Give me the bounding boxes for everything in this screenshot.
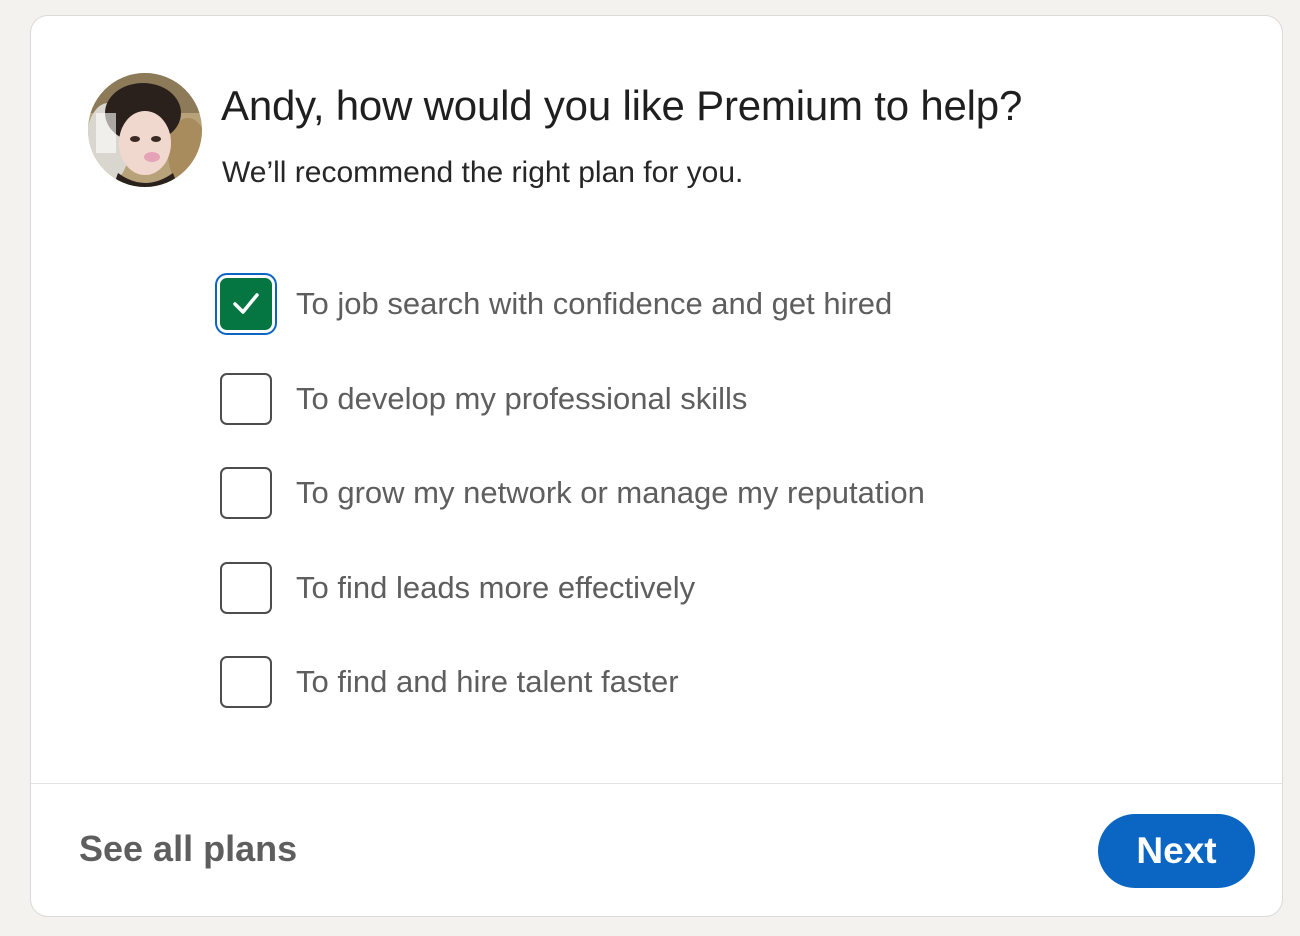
page-title: Andy, how would you like Premium to help… — [221, 82, 1023, 129]
checkbox-job-search[interactable] — [220, 278, 272, 330]
option-label: To grow my network or manage my reputati… — [296, 475, 925, 510]
next-button[interactable]: Next — [1098, 814, 1255, 888]
option-grow-network[interactable]: To grow my network or manage my reputati… — [220, 465, 925, 521]
checkbox-find-leads[interactable] — [220, 562, 272, 614]
option-find-leads[interactable]: To find leads more effectively — [220, 560, 695, 616]
option-job-search[interactable]: To job search with confidence and get hi… — [220, 276, 892, 332]
checkbox-hire-talent[interactable] — [220, 656, 272, 708]
see-all-plans-link[interactable]: See all plans — [79, 828, 297, 870]
avatar — [88, 73, 202, 187]
option-label: To job search with confidence and get hi… — [296, 286, 893, 321]
option-label: To find leads more effectively — [296, 570, 696, 605]
page-subtitle: We’ll recommend the right plan for you. — [222, 156, 744, 189]
checkbox-grow-network[interactable] — [220, 467, 272, 519]
checkbox-develop-skills[interactable] — [220, 373, 272, 425]
footer-divider — [31, 783, 1282, 784]
checkmark-icon — [229, 287, 263, 321]
option-hire-talent[interactable]: To find and hire talent faster — [220, 654, 679, 710]
option-develop-skills[interactable]: To develop my professional skills — [220, 371, 747, 427]
option-label: To develop my professional skills — [296, 381, 748, 416]
option-label: To find and hire talent faster — [296, 664, 679, 699]
premium-survey-card: Andy, how would you like Premium to help… — [30, 15, 1283, 917]
